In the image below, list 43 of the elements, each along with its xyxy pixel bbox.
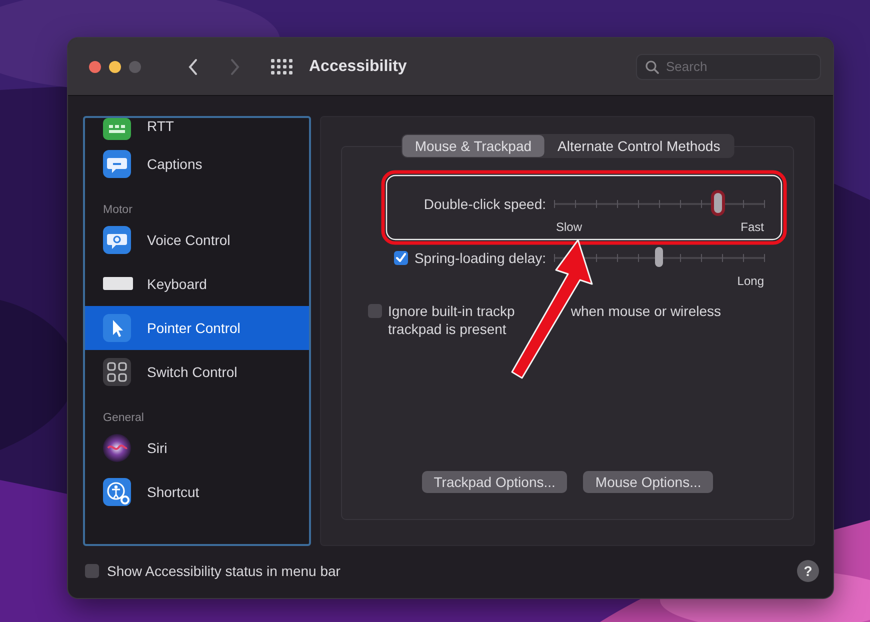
grid-icon[interactable] bbox=[271, 58, 293, 74]
tab[interactable]: Alternate Control Methods bbox=[544, 135, 734, 157]
slider-min-label: Slow bbox=[555, 220, 582, 236]
checkbox-label: Ignore built-in trackp bbox=[388, 302, 515, 320]
speech-bubble-icon bbox=[103, 150, 133, 178]
slider-label: Spring-loading delay: bbox=[414, 250, 546, 266]
sidebar-item[interactable]: Captions bbox=[85, 142, 309, 186]
options-button[interactable]: Mouse Options... bbox=[583, 471, 714, 493]
checkbox[interactable] bbox=[394, 251, 408, 265]
slider-max-label: Long bbox=[737, 274, 764, 290]
speech-bubble-icon bbox=[103, 226, 133, 254]
checkbox[interactable] bbox=[368, 304, 382, 318]
slider-max-label: Fast bbox=[740, 220, 764, 236]
sidebar-item[interactable]: Switch Control bbox=[85, 350, 309, 394]
section-header: Motor bbox=[102, 203, 134, 218]
slider-thumb[interactable] bbox=[655, 247, 663, 267]
slider-thumb[interactable] bbox=[714, 193, 722, 213]
sidebar-item[interactable]: RTT bbox=[85, 118, 309, 142]
checkbox-label: when mouse or wireless bbox=[570, 302, 722, 320]
accessibility-icon bbox=[103, 478, 133, 506]
sidebar-item[interactable]: Keyboard bbox=[85, 262, 309, 306]
window-title: Accessibility bbox=[309, 58, 407, 76]
options-button[interactable]: Trackpad Options... bbox=[422, 471, 568, 493]
back-icon[interactable] bbox=[187, 58, 199, 76]
sidebar-item[interactable]: Siri bbox=[85, 426, 309, 470]
section-header: General bbox=[102, 411, 145, 426]
tab[interactable]: Mouse & Trackpad bbox=[402, 135, 545, 157]
sidebar-item[interactable]: Voice Control bbox=[85, 218, 309, 262]
close-button[interactable] bbox=[89, 60, 101, 72]
orb-icon bbox=[103, 434, 133, 462]
checkmark-icon bbox=[394, 251, 408, 265]
checkbox-label: Show Accessibility status in menu bar bbox=[107, 563, 340, 579]
checkbox-label: trackpad is present bbox=[388, 320, 506, 338]
sidebar-item[interactable]: Shortcut bbox=[85, 470, 309, 514]
help-button[interactable]: ? bbox=[797, 560, 819, 582]
slider[interactable] bbox=[554, 193, 764, 215]
four-squares-icon bbox=[103, 358, 133, 386]
search-field[interactable]: Search bbox=[636, 54, 821, 80]
slider-label: Double-click speed: bbox=[424, 196, 546, 212]
minimize-button[interactable] bbox=[109, 60, 121, 72]
sidebar-item[interactable]: Pointer Control bbox=[85, 306, 309, 350]
checkbox[interactable] bbox=[85, 564, 99, 578]
pointer-icon bbox=[103, 314, 133, 342]
